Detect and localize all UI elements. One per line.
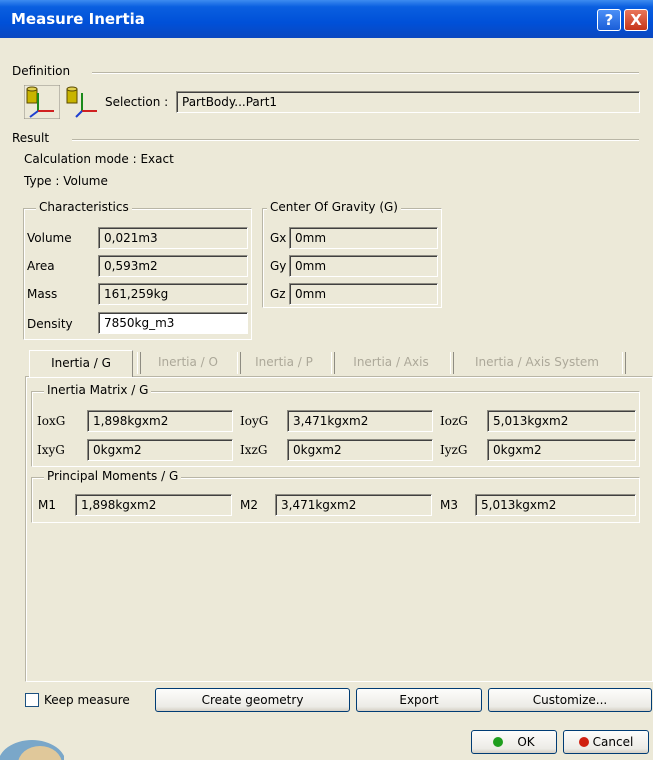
close-button[interactable]: X [624,9,648,31]
gy-field: 0mm [289,255,438,277]
tab-separator [622,352,626,374]
type-text: Type : Volume [24,174,108,188]
ok-label: OK [517,735,535,749]
ioxg-label: IoxG [37,414,66,428]
m1-label: M1 [38,498,56,512]
ixyg-label: IxyG [37,443,65,457]
gx-label: Gx [270,231,287,245]
ioyg-field: 3,471kgxm2 [287,410,433,432]
select-axis-icon[interactable] [64,85,100,119]
gy-label: Gy [270,259,287,273]
cancel-button[interactable]: Cancel [563,730,649,754]
ixzg-field: 0kgxm2 [287,439,433,461]
ixzg-label: IxzG [240,443,268,457]
density-label: Density [27,317,73,331]
calc-mode-text: Calculation mode : Exact [24,152,174,166]
volume-label: Volume [27,231,72,245]
ok-button[interactable]: OK [471,730,557,754]
tab-inertia-axis-system[interactable]: Inertia / Axis System [456,350,618,377]
principal-moments-label: Principal Moments / G [44,469,182,483]
ioyg-label: IoyG [240,414,269,428]
cog-label: Center Of Gravity (G) [267,200,401,214]
density-input[interactable]: 7850kg_m3 [98,312,248,334]
m3-label: M3 [440,498,458,512]
volume-field: 0,021m3 [98,227,248,249]
result-label: Result [12,131,50,145]
definition-label: Definition [12,64,71,78]
gx-field: 0mm [289,227,438,249]
ioxg-field: 1,898kgxm2 [87,410,233,432]
cancel-label: Cancel [592,735,634,749]
tab-inertia-g[interactable]: Inertia / G [29,350,133,377]
create-geometry-button[interactable]: Create geometry [155,688,350,712]
help-button[interactable]: ? [597,9,621,31]
tab-inertia-o[interactable]: Inertia / O [141,350,235,377]
mass-label: Mass [27,287,58,301]
inertia-matrix-label: Inertia Matrix / G [44,383,152,397]
window-title: Measure Inertia [11,10,145,28]
iozg-field: 5,013kgxm2 [487,410,636,432]
select-part-icon[interactable] [23,84,61,120]
keep-measure-checkbox[interactable] [25,693,39,707]
iyzg-label: IyzG [440,443,468,457]
selection-field[interactable]: PartBody...Part1 [176,91,640,113]
customize-button[interactable]: Customize... [488,688,652,712]
tab-inertia-axis[interactable]: Inertia / Axis [336,350,446,377]
tab-separator [450,352,454,374]
selection-label: Selection : [105,95,169,109]
definition-separator [92,72,639,74]
result-separator [72,139,639,141]
ok-icon [493,737,504,747]
tab-inertia-p[interactable]: Inertia / P [241,350,327,377]
mass-field: 161,259kg [98,283,248,305]
area-label: Area [27,259,55,273]
m3-field: 5,013kgxm2 [475,494,636,516]
area-field: 0,593m2 [98,255,248,277]
cancel-icon [578,737,589,747]
gz-field: 0mm [289,283,438,305]
iozg-label: IozG [440,414,468,428]
tab-separator [331,352,335,374]
gz-label: Gz [270,287,286,301]
characteristics-label: Characteristics [36,200,132,214]
m2-field: 3,471kgxm2 [275,494,432,516]
ixyg-field: 0kgxm2 [87,439,233,461]
title-bar: Measure Inertia ? X [0,0,653,38]
keep-measure-label: Keep measure [44,693,130,707]
m2-label: M2 [240,498,258,512]
decorative-logo [0,724,64,760]
export-button[interactable]: Export [356,688,482,712]
iyzg-field: 0kgxm2 [487,439,636,461]
m1-field: 1,898kgxm2 [75,494,232,516]
